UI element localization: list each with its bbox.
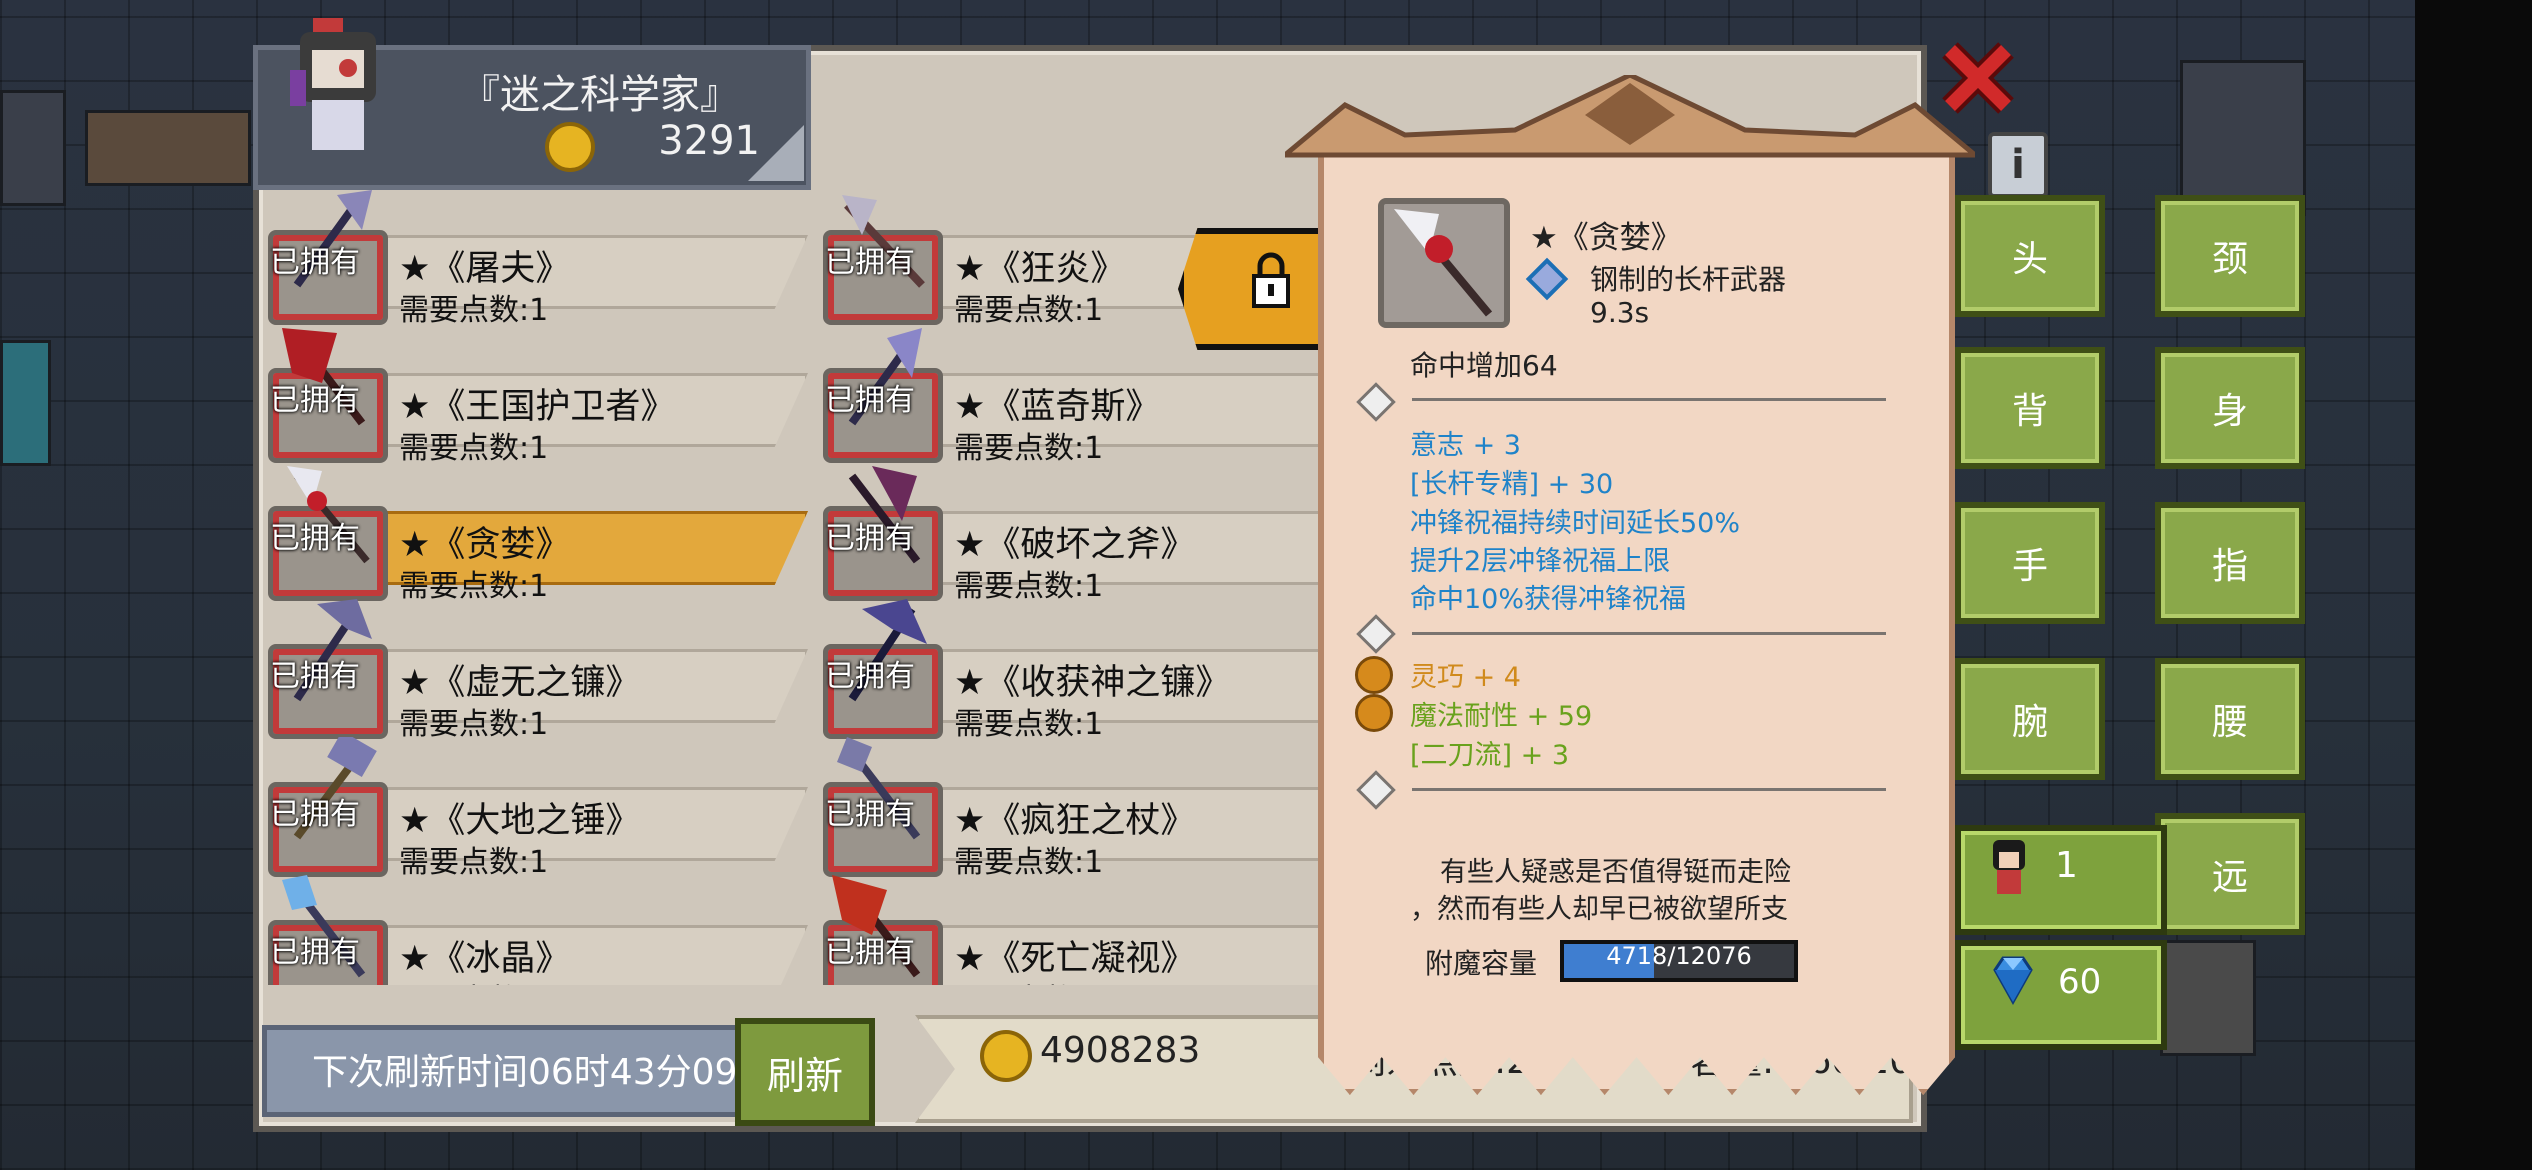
shop-item[interactable]: 已拥有 ★《大地之锤》 需要点数:1: [262, 737, 822, 880]
equip-slot-head[interactable]: 头: [1955, 195, 2105, 317]
owned-label: 已拥有: [825, 797, 915, 832]
stat-line: 意志 + 3: [1410, 430, 1521, 461]
tooltip-attack-speed: 9.3s: [1590, 296, 1650, 329]
close-icon[interactable]: [1938, 38, 2018, 118]
owned-label: 已拥有: [270, 659, 360, 694]
bg-furniture: [0, 90, 66, 206]
owned-label: 已拥有: [270, 245, 360, 280]
gold-total: 4908283: [1040, 1030, 1201, 1071]
shop-item[interactable]: 已拥有 ★《疯狂之杖》 需要点数:1: [817, 737, 1372, 880]
item-name: ★《疯狂之杖》: [954, 801, 1196, 841]
owned-label: 已拥有: [825, 659, 915, 694]
item-cost: 需要点数:1: [399, 975, 548, 985]
enchant-capacity-value: 4718/12076: [1606, 942, 1752, 970]
equip-slot-ranged[interactable]: 远: [2155, 813, 2305, 935]
npc-scientist-avatar: [290, 18, 376, 150]
stat-line: 冲锋祝福持续时间延长50%: [1410, 508, 1741, 539]
item-name: ★《收获神之镰》: [954, 663, 1231, 703]
tooltip-item-slot: [1378, 198, 1510, 328]
equip-slot-back[interactable]: 背: [1955, 347, 2105, 469]
item-name: ★《屠夫》: [399, 249, 571, 289]
equip-slot-body[interactable]: 身: [2155, 347, 2305, 469]
stat-line: [二刀流] + 3: [1410, 740, 1570, 771]
bg-furniture: [85, 110, 251, 186]
refresh-timer-text: 下次刷新时间06时43分09: [312, 1052, 738, 1093]
item-name: ★《贪婪》: [399, 525, 571, 565]
stat-line: [长杆专精] + 30: [1410, 469, 1614, 500]
socket-gem-icon: [1355, 694, 1393, 732]
stat-line: 灵巧 + 4: [1410, 662, 1521, 693]
shop-item[interactable]: 已拥有 ★《破坏之斧》 需要点数:1: [817, 461, 1372, 604]
owned-label: 已拥有: [270, 935, 360, 970]
item-cost: 需要点数:1: [954, 975, 1103, 985]
refresh-button[interactable]: 刷新: [735, 1018, 875, 1126]
tooltip-ornament: [1285, 75, 1975, 158]
owned-label: 已拥有: [825, 521, 915, 556]
owned-label: 已拥有: [825, 935, 915, 970]
bg-furniture: [2160, 940, 2256, 1056]
stat-line: 命中10%获得冲锋祝福: [1410, 584, 1687, 615]
stat-line: 魔法耐性 + 59: [1410, 701, 1593, 732]
equip-slot-finger[interactable]: 指: [2155, 502, 2305, 624]
owned-label: 已拥有: [825, 245, 915, 280]
stat-line: 提升2层冲锋祝福上限: [1410, 546, 1671, 577]
enchant-capacity-label: 附魔容量: [1425, 947, 1538, 980]
npc-gold-amount: 3291: [658, 118, 760, 164]
polearm-weapon-icon: [1394, 209, 1493, 317]
npc-name: 『迷之科学家』: [460, 72, 740, 118]
shop-item[interactable]: 已拥有 ★《死亡凝视》 需要点数:1: [817, 875, 1372, 985]
owned-label: 已拥有: [825, 383, 915, 418]
tooltip-item-name: ★《贪婪》: [1530, 220, 1682, 256]
gold-coin-icon: [545, 122, 595, 172]
shop-item[interactable]: 已拥有 ★《冰晶》 需要点数:1: [262, 875, 822, 985]
item-name: ★《虚无之镰》: [399, 663, 641, 703]
character-avatar-icon: [1993, 840, 2025, 894]
owned-label: 已拥有: [270, 797, 360, 832]
separator-line: [1412, 632, 1886, 635]
bg-furniture: [2180, 60, 2306, 216]
item-name: ★《死亡凝视》: [954, 939, 1196, 979]
equip-slot-neck[interactable]: 颈: [2155, 195, 2305, 317]
equip-slot-waist[interactable]: 腰: [2155, 658, 2305, 780]
socket-gem-icon: [1355, 656, 1393, 694]
bg-furniture: [0, 340, 51, 466]
item-name: ★《狂炎》: [954, 249, 1126, 289]
item-name: ★《冰晶》: [399, 939, 571, 979]
lore-text: ，然而有些人却早已被欲望所支: [1410, 894, 1788, 925]
diamond-count: 60: [2058, 962, 2102, 1002]
diamond-gem-icon: [1993, 956, 2033, 1006]
lock-icon: [1252, 252, 1290, 308]
shop-item[interactable]: 已拥有 ★《虚无之镰》 需要点数:1: [262, 599, 822, 742]
equip-slot-hand[interactable]: 手: [1955, 502, 2105, 624]
shop-item[interactable]: 已拥有 ★《屠夫》 需要点数:1: [262, 185, 822, 328]
lore-text: 有些人疑惑是否值得铤而走险: [1440, 857, 1791, 888]
item-name: ★《王国护卫者》: [399, 387, 676, 427]
item-name: ★《蓝奇斯》: [954, 387, 1161, 427]
equip-slot-wrist[interactable]: 腕: [1955, 658, 2105, 780]
owned-label: 已拥有: [270, 521, 360, 556]
separator-line: [1412, 398, 1886, 401]
info-icon[interactable]: i: [1988, 132, 2048, 198]
separator-line: [1412, 788, 1886, 791]
screen-edge-bar: [2415, 0, 2532, 1170]
shop-item-selected[interactable]: 已拥有 ★《贪婪》 需要点数:1: [262, 461, 822, 604]
gold-coin-icon: [980, 1030, 1032, 1082]
item-name: ★《大地之锤》: [399, 801, 641, 841]
owned-label: 已拥有: [270, 383, 360, 418]
tooltip-item-type: 钢制的长杆武器: [1590, 263, 1787, 296]
item-name: ★《破坏之斧》: [954, 525, 1196, 565]
shop-item[interactable]: 已拥有 ★《收获神之镰》 需要点数:1: [817, 599, 1372, 742]
shop-item[interactable]: 已拥有 ★《王国护卫者》 需要点数:1: [262, 323, 822, 466]
tooltip-hit-bonus: 命中增加64: [1410, 349, 1558, 382]
character-count: 1: [2055, 845, 2078, 886]
